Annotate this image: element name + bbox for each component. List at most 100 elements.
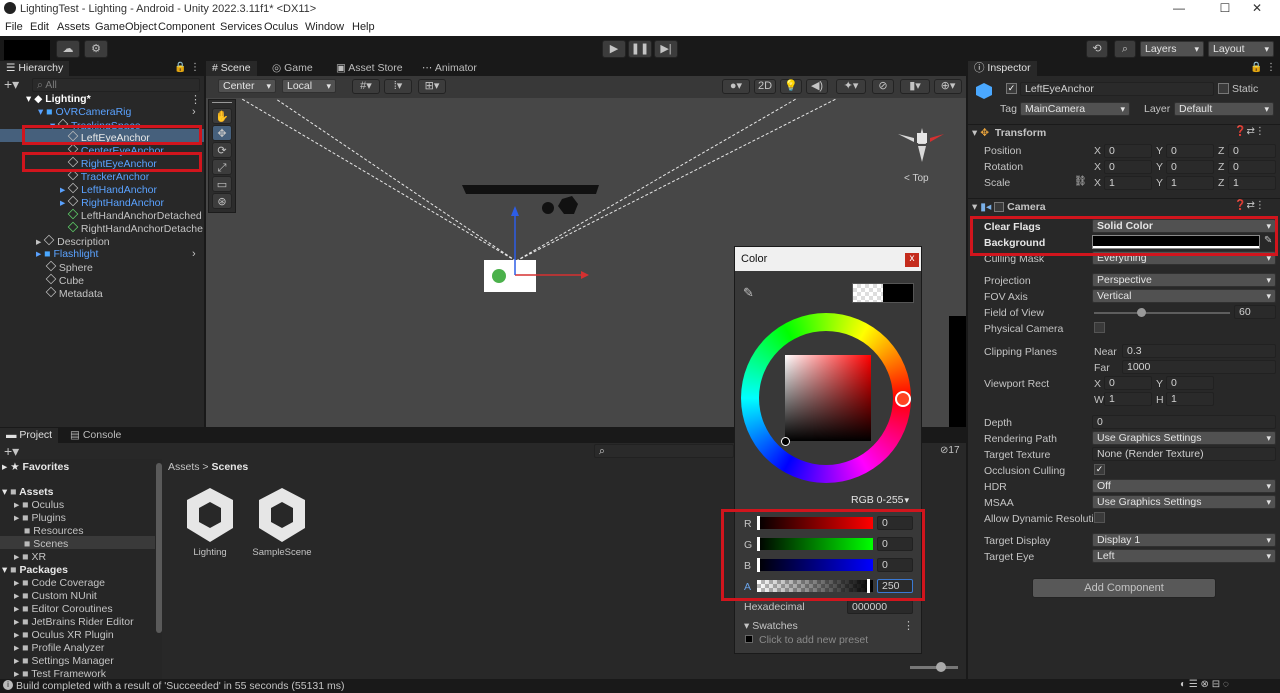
tab-scene[interactable]: # Scene <box>206 61 257 76</box>
far-input[interactable]: 1000 <box>1122 360 1276 374</box>
status-icons[interactable]: ◐ ☰ ⊗ ⊟ ◌ <box>1180 679 1229 690</box>
menu-services[interactable]: Services <box>220 21 262 33</box>
tab-animator[interactable]: ⋯ Animator <box>416 61 483 76</box>
step-button[interactable]: ▶| <box>654 40 678 58</box>
list-item[interactable]: ▸ RightHandAnchor <box>60 195 164 209</box>
chevron-right-icon[interactable]: › <box>192 248 196 260</box>
occlusion-culling-checkbox[interactable]: ✓ <box>1094 464 1105 475</box>
sv-handle[interactable] <box>781 437 790 446</box>
help-icon[interactable]: ❓⇄⋮ <box>1234 126 1265 137</box>
close-button[interactable]: x <box>905 253 919 267</box>
scale-z-input[interactable]: 1 <box>1228 176 1276 190</box>
layer-dropdown[interactable]: Default <box>1174 102 1274 116</box>
breadcrumb-item[interactable]: Scenes <box>211 461 248 473</box>
list-item[interactable]: ▾ ◆ Lighting* <box>26 93 91 105</box>
hue-handle[interactable] <box>895 391 911 407</box>
tree-root[interactable]: ▾ ■ Assets <box>2 486 54 498</box>
create-asset-button[interactable]: +▾ <box>4 443 19 460</box>
tree-scrollbar[interactable] <box>156 463 162 633</box>
camera-settings-button[interactable]: ▮▾ <box>900 79 930 94</box>
play-button[interactable]: ▶ <box>602 40 626 58</box>
transform-foldout[interactable]: ▾ ✥ Transform <box>972 127 1046 139</box>
y-axis-arrow[interactable] <box>511 206 519 216</box>
grid-visibility-button[interactable]: ⁞▾ <box>384 79 412 94</box>
menu-window[interactable]: Window <box>305 21 344 33</box>
more-icon[interactable]: ⋮ <box>190 62 200 73</box>
list-item[interactable]: Cube <box>45 273 84 287</box>
tree-item[interactable]: ▸ ■ JetBrains Rider Editor <box>14 616 134 628</box>
scale-x-input[interactable]: 1 <box>1104 176 1152 190</box>
search-button[interactable]: ⌕ <box>1114 40 1136 58</box>
asset-tile[interactable]: SampleScene <box>252 486 312 558</box>
near-input[interactable]: 0.3 <box>1122 344 1276 358</box>
draw-mode-button[interactable]: ●▾ <box>722 79 750 94</box>
zoom-slider-thumb[interactable] <box>936 662 946 672</box>
effects-toggle[interactable]: ✦▾ <box>836 79 866 94</box>
link-icon[interactable]: ⛓ <box>1074 176 1087 187</box>
list-item[interactable]: ▸ Description <box>36 234 110 248</box>
hidden-count[interactable]: ⊘17 <box>940 445 960 456</box>
gizmos-button[interactable]: ⊕▾ <box>934 79 962 94</box>
viewport-y-input[interactable]: 0 <box>1166 376 1214 390</box>
chevron-right-icon[interactable]: › <box>192 106 196 118</box>
viewport-h-input[interactable]: 1 <box>1166 392 1214 406</box>
visibility-toggle[interactable]: ⊘ <box>872 79 894 94</box>
projection-dropdown[interactable]: Perspective <box>1092 273 1276 287</box>
fov-axis-dropdown[interactable]: Vertical <box>1092 289 1276 303</box>
camera-enabled-checkbox[interactable] <box>994 202 1005 213</box>
history-button[interactable]: ⟲ <box>1086 40 1108 58</box>
tree-item[interactable]: ▸ ■ Plugins <box>14 512 66 524</box>
depth-input[interactable]: 0 <box>1092 415 1276 429</box>
tree-root[interactable]: ▾ ■ Packages <box>2 564 68 576</box>
dynamic-resolution-checkbox[interactable] <box>1094 512 1105 523</box>
collab-button[interactable]: ⚙ <box>84 40 108 58</box>
list-item[interactable]: ▸ LeftHandAnchor <box>60 182 157 196</box>
breadcrumb-item[interactable]: Assets <box>168 461 200 473</box>
add-object-button[interactable]: +▾ <box>4 76 19 93</box>
minimize-button[interactable]: — <box>1156 1 1202 15</box>
msaa-dropdown[interactable]: Use Graphics Settings <box>1092 495 1276 509</box>
target-texture-field[interactable]: None (Render Texture) <box>1092 447 1276 461</box>
list-item[interactable]: ▸ ■ Flashlight <box>36 248 98 260</box>
tree-item[interactable]: ▸ ■ Editor Coroutines <box>14 603 113 615</box>
account-button[interactable] <box>4 40 50 60</box>
menu-help[interactable]: Help <box>352 21 375 33</box>
list-item[interactable]: Metadata <box>45 286 103 300</box>
layout-dropdown[interactable]: Layout <box>1208 41 1274 57</box>
viewport-w-input[interactable]: 1 <box>1104 392 1152 406</box>
color-mode-dropdown[interactable]: RGB 0-255 <box>847 494 913 508</box>
tab-hierarchy[interactable]: ☰ Hierarchy <box>0 61 70 76</box>
tree-root[interactable]: ▸ ★ Favorites <box>2 461 69 473</box>
x-axis-arrow[interactable] <box>581 271 589 279</box>
list-item[interactable]: Sphere <box>45 260 93 274</box>
fov-slider[interactable] <box>1094 312 1230 314</box>
gizmo-axis[interactable] <box>898 134 914 142</box>
saturation-value-square[interactable] <box>785 355 871 441</box>
swatches-header[interactable]: ▾ Swatches <box>744 620 798 632</box>
gizmo-axis[interactable] <box>930 134 944 142</box>
cloud-button[interactable]: ☁ <box>56 40 80 58</box>
rotation-y-input[interactable]: 0 <box>1166 160 1214 174</box>
tab-game[interactable]: ◎ Game <box>266 61 319 76</box>
project-search-input[interactable]: ⌕ <box>594 444 734 458</box>
hue-wheel[interactable] <box>741 313 911 483</box>
tree-item[interactable]: ■ Scenes <box>24 538 68 550</box>
tab-inspector[interactable]: ⓘ Inspector <box>968 61 1037 76</box>
position-y-input[interactable]: 0 <box>1166 144 1214 158</box>
static-checkbox[interactable] <box>1218 83 1229 94</box>
viewport-x-input[interactable]: 0 <box>1104 376 1152 390</box>
lock-icon[interactable]: 🔒 <box>1250 62 1262 73</box>
asset-tile[interactable]: Lighting <box>184 486 236 558</box>
tree-item[interactable]: ▸ ■ Settings Manager <box>14 655 114 667</box>
swatches-hint[interactable]: Click to add new preset <box>759 634 868 646</box>
camera-foldout[interactable]: ▾ ▮◂ Camera <box>972 201 1046 213</box>
menu-component[interactable]: Component <box>158 21 215 33</box>
lighting-toggle[interactable]: 💡 <box>780 79 802 94</box>
tag-dropdown[interactable]: MainCamera <box>1020 102 1130 116</box>
menu-assets[interactable]: Assets <box>57 21 90 33</box>
position-z-input[interactable]: 0 <box>1228 144 1276 158</box>
camera-header[interactable]: ▾ ▮◂ Camera ❓⇄⋮ <box>968 198 1280 214</box>
list-item[interactable]: ▾ ■ OVRCameraRig <box>38 106 131 118</box>
hierarchy-search-input[interactable]: ⌕ All <box>32 78 200 92</box>
menu-gameobject[interactable]: GameObject <box>95 21 157 33</box>
